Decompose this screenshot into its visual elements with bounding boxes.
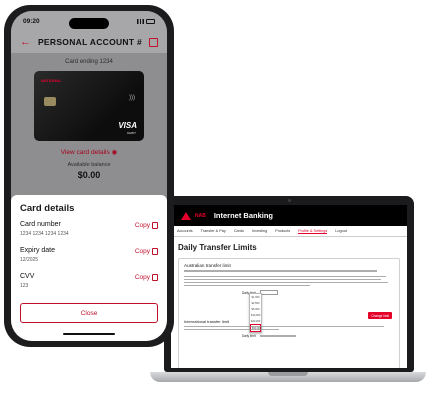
view-card-details-label: View card details — [60, 149, 110, 156]
page-title: Daily Transfer Limits — [178, 243, 257, 252]
text-line — [184, 270, 378, 272]
card-network-sub: DEBIT — [127, 131, 136, 135]
debit-card-image: NATIONAL ))) VISA DEBIT — [34, 71, 144, 141]
card-details-title: Card details — [20, 203, 75, 214]
text-line — [259, 335, 296, 337]
back-arrow-icon[interactable]: ← — [20, 36, 31, 48]
text-line — [184, 328, 279, 331]
card-number-value: 1234 1234 1234 1234 — [20, 231, 69, 237]
text-line — [184, 275, 386, 278]
phone-device: 09:20 ← PERSONAL ACCOUNT # Card ending 1… — [4, 5, 174, 347]
dynamic-island — [69, 18, 109, 29]
expiry-date-value: 12/2025 — [20, 257, 39, 263]
close-button[interactable]: Close — [20, 303, 158, 323]
text-line — [184, 284, 310, 287]
card-ending-text: Card ending 1234 — [65, 59, 113, 65]
card-issuer-logo: NATIONAL — [41, 78, 62, 83]
cvv-field: CVV 123 Copy — [20, 273, 158, 295]
contactless-icon: ))) — [129, 95, 135, 101]
copy-icon — [152, 222, 158, 229]
text-line — [184, 281, 388, 284]
copy-icon — [152, 248, 158, 255]
phone-screen: 09:20 ← PERSONAL ACCOUNT # Card ending 1… — [11, 11, 167, 341]
copy-cvv-button[interactable]: Copy — [135, 274, 158, 281]
status-icons — [137, 18, 155, 24]
daily-limit-select[interactable] — [259, 290, 278, 296]
gift-icon[interactable] — [148, 37, 158, 47]
internet-banking-header: NAB Internet Banking — [171, 205, 407, 226]
copy-card-number-button[interactable]: Copy — [135, 222, 158, 229]
nav-transfer-pay[interactable]: Transfer & Pay — [201, 229, 226, 233]
section-international-limit: International transfer limit — [184, 319, 229, 325]
nab-star-icon — [181, 211, 191, 220]
limits-panel: Australian transfer limit Daily limit Ch… — [178, 258, 400, 368]
app-header: ← PERSONAL ACCOUNT # — [11, 31, 167, 53]
camera-icon — [288, 199, 291, 202]
card-chip — [44, 97, 56, 106]
signal-icon — [137, 18, 144, 24]
account-title: PERSONAL ACCOUNT # — [37, 37, 143, 47]
nav-logout[interactable]: Logout — [335, 229, 347, 233]
change-limit-button[interactable]: Change limit — [368, 312, 392, 319]
view-card-details-link[interactable]: View card details ◉ — [11, 148, 167, 156]
eye-icon: ◉ — [111, 149, 118, 156]
status-time: 09:20 — [23, 17, 40, 25]
nav-investing[interactable]: Investing — [252, 229, 267, 233]
copy-label: Copy — [134, 222, 150, 229]
card-network: VISA — [118, 121, 137, 130]
brand-logo: NAB — [195, 212, 206, 219]
laptop-lid: NAB Internet Banking Accounts Transfer &… — [164, 196, 414, 372]
text-line — [184, 325, 384, 328]
nav-products[interactable]: Products — [275, 229, 290, 233]
available-balance-label: Available balance — [67, 162, 111, 168]
battery-icon — [146, 18, 155, 24]
available-balance: $0.00 — [77, 170, 101, 180]
laptop-device: NAB Internet Banking Accounts Transfer &… — [150, 196, 426, 392]
copy-label: Copy — [134, 274, 150, 281]
copy-label: Copy — [134, 248, 150, 255]
page-body: Daily Transfer Limits Australian transfe… — [171, 237, 407, 368]
card-area: Card ending 1234 NATIONAL ))) VISA DEBIT… — [11, 53, 167, 195]
laptop-notch — [268, 372, 308, 376]
expiry-date-field: Expiry date 12/2025 Copy — [20, 247, 158, 269]
card-details-sheet: Card details Card number 1234 1234 1234 … — [11, 195, 167, 341]
copy-expiry-button[interactable]: Copy — [135, 248, 158, 255]
laptop-screen: NAB Internet Banking Accounts Transfer &… — [171, 205, 407, 368]
app-title: Internet Banking — [213, 211, 274, 220]
home-indicator — [63, 332, 115, 335]
intl-daily-limit-label: Daily limit — [242, 334, 256, 339]
main-nav: Accounts Transfer & Pay Cards Investing … — [171, 226, 407, 237]
nav-profile-settings[interactable]: Profile & Settings — [298, 229, 328, 234]
copy-icon — [152, 274, 158, 281]
nav-accounts[interactable]: Accounts — [177, 229, 193, 233]
text-line — [184, 278, 382, 281]
intl-daily-limit-row: Daily limit — [242, 334, 394, 338]
nav-cards[interactable]: Cards — [234, 229, 244, 233]
cvv-value: 123 — [20, 283, 29, 289]
section-australian-limit: Australian transfer limit — [184, 263, 231, 268]
card-number-field: Card number 1234 1234 1234 1234 Copy — [20, 221, 158, 243]
